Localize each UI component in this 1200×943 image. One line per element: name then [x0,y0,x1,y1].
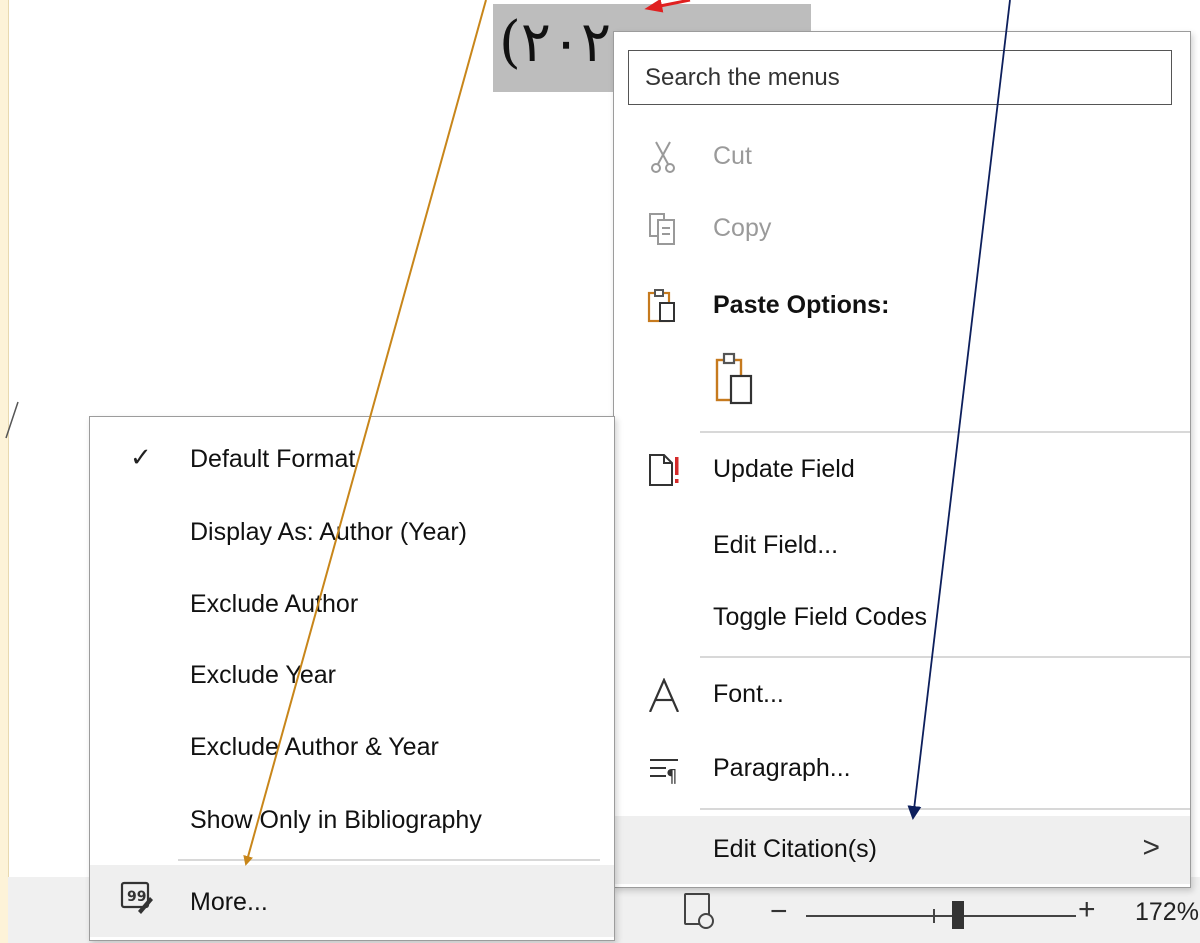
menu-item-paste-options: Paste Options: [614,275,1190,337]
copy-icon [649,213,675,245]
menu-item-label: Toggle Field Codes [713,603,928,631]
submenu-item-label: More... [190,888,268,916]
paragraph-icon: ¶ [650,759,678,786]
submenu-item-label: Display As: Author (Year) [190,518,467,546]
menu-item-label: Update Field [713,455,855,483]
submenu-item-label: Show Only in Bibliography [190,806,482,834]
submenu-item-label: Default Format [190,445,356,473]
zoom-slider-center-tick [933,909,935,923]
menu-item-label: Cut [713,142,752,170]
zoom-slider-thumb[interactable] [952,901,964,929]
menu-separator [700,656,1190,658]
submenu-item-exclude-author-year[interactable]: Exclude Author & Year [90,710,614,780]
paste-keep-text-icon[interactable] [711,350,757,406]
menu-item-copy[interactable]: Copy [614,198,1190,260]
menu-item-paragraph[interactable]: ¶ Paragraph... [614,738,1190,800]
context-menu: Cut Copy Paste Options: Update Fie [613,31,1191,888]
font-icon [648,678,680,712]
menu-separator [700,808,1190,810]
citation-text: (٢٠٢ [499,10,612,75]
citation-submenu: ✓ Default Format Display As: Author (Yea… [89,416,615,941]
submenu-separator [178,859,600,861]
zoom-in-button[interactable]: + [1078,893,1096,927]
menu-item-label: Paste Options: [713,291,890,319]
menu-item-label: Font... [713,680,784,708]
menu-item-edit-field[interactable]: Edit Field... [614,515,1190,577]
chevron-right-icon: > [1142,831,1160,864]
submenu-item-exclude-year[interactable]: Exclude Year [90,638,614,708]
submenu-item-label: Exclude Year [190,661,336,689]
menu-item-edit-citations[interactable]: Edit Citation(s) > [614,816,1190,884]
submenu-item-exclude-author[interactable]: Exclude Author [90,567,614,637]
menu-separator [700,431,1190,433]
search-menus-input[interactable] [629,51,1171,104]
submenu-item-label: Exclude Author & Year [190,733,439,761]
menu-item-label: Edit Citation(s) [713,835,877,863]
update-field-icon [649,454,679,486]
svg-text:99: 99 [127,889,146,905]
search-menus-box[interactable] [628,50,1172,105]
web-layout-icon[interactable] [684,893,714,929]
paste-icon [647,289,675,323]
scissors-icon [651,141,675,173]
menu-item-label: Copy [713,214,772,242]
zoom-slider-track[interactable] [806,915,1076,917]
checkmark-icon: ✓ [130,442,152,472]
zoom-out-button[interactable]: − [770,895,788,929]
svg-text:¶: ¶ [666,766,677,786]
edit-citation-icon: 99 [120,881,153,914]
menu-item-label: Paragraph... [713,754,851,782]
menu-item-update-field[interactable]: Update Field [614,439,1190,501]
submenu-item-more[interactable]: 99 More... [90,865,614,937]
menu-item-font[interactable]: Font... [614,664,1190,726]
menu-item-label: Edit Field... [713,531,839,559]
submenu-item-display-as[interactable]: Display As: Author (Year) [90,495,614,565]
submenu-item-default-format[interactable]: ✓ Default Format [90,422,614,492]
submenu-item-label: Exclude Author [190,590,359,618]
menu-item-cut[interactable]: Cut [614,126,1190,188]
menu-item-toggle-field-codes[interactable]: Toggle Field Codes [614,587,1190,649]
submenu-item-show-only-bibliography[interactable]: Show Only in Bibliography [90,783,614,853]
zoom-level[interactable]: 172% [1135,898,1199,927]
